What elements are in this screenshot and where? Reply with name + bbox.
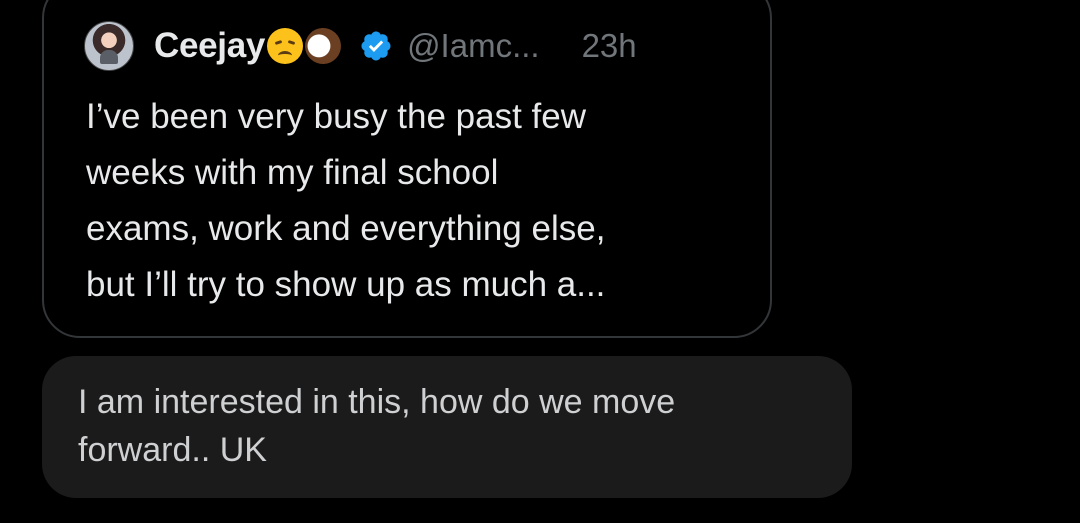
quoted-post-header: Ceejay @Iamc... 23h [84,14,637,78]
coconut-icon [299,22,347,70]
verified-badge-icon [361,31,391,61]
message-text: I am interested in this, how do we move … [78,383,676,469]
post-time: 23h [581,27,637,64]
user-handle[interactable]: @Iamc... [407,27,540,65]
avatar[interactable] [84,21,134,71]
display-name[interactable]: Ceejay [154,26,265,66]
disappointed-face-icon [267,28,304,64]
quoted-post-card[interactable]: Ceejay @Iamc... 23h I’ve been very busy … [42,0,772,338]
message-bubble[interactable]: I am interested in this, how do we move … [42,356,852,498]
quoted-post-text: I’ve been very busy the past few weeks w… [86,97,606,304]
